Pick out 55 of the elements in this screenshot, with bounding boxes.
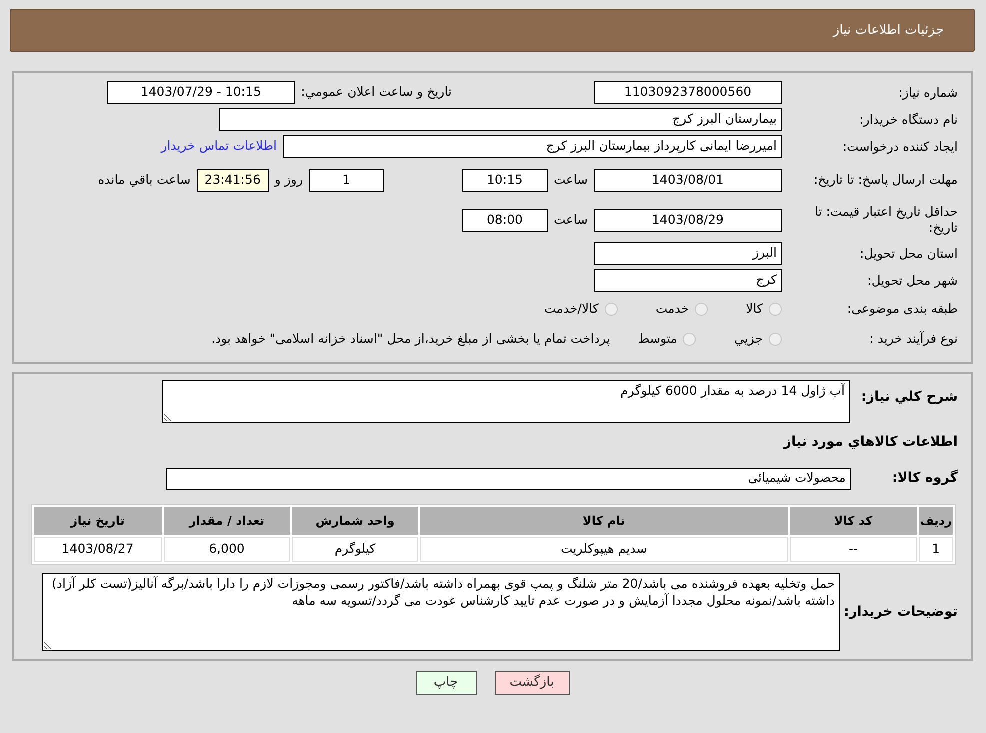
remaining-label: ساعت باقي مانده bbox=[98, 170, 191, 189]
goods-group-field: محصولات شیمیائی bbox=[166, 468, 851, 490]
field-label: نام دستگاه خریدار: bbox=[858, 112, 958, 128]
back-button[interactable]: بازگشت bbox=[494, 671, 570, 695]
column-header: تعداد / مقدار bbox=[164, 507, 290, 535]
option-label: کالا/خدمت bbox=[544, 300, 599, 318]
page-title: جزئیات اطلاعات نیاز bbox=[833, 22, 944, 40]
field-label: نوع فرآیند خرید : bbox=[868, 331, 958, 347]
city-field: کرج bbox=[594, 269, 782, 292]
field-label: شماره نیاز: bbox=[898, 84, 958, 100]
requester-field: امیررضا ایمانی کارپرداز بیمارستان البرز کرج bbox=[283, 135, 782, 158]
field-label: استان محل تحویل: bbox=[858, 246, 958, 262]
days-field: 1 bbox=[308, 168, 384, 192]
option-label: خدمت bbox=[656, 300, 690, 318]
print-button[interactable]: چاپ bbox=[416, 671, 476, 695]
column-header: واحد شمارش bbox=[292, 507, 418, 535]
contact-link[interactable]: اطلاعات تماس خريدار bbox=[161, 137, 277, 156]
table-cell: سدیم هیپوکلریت bbox=[420, 537, 788, 562]
table-cell: کیلوگرم bbox=[292, 537, 418, 562]
field-label: ایجاد کننده درخواست: bbox=[842, 138, 958, 154]
announce-date-field: 1403/07/29 - 10:15 bbox=[107, 81, 296, 104]
date-field: 1403/08/29 bbox=[594, 208, 782, 232]
buyer-notes-field[interactable]: حمل وتخلیه بعهده فروشنده می باشد/20 متر شلنگ و پمپ قوی بهمراه داشته باشد/فاکتور رسمی ومجوزات لازم را دارا باشد/برگه آنالیز(تست کلر آزاد) داشته باشد/نمونه محلول مجددا آزمایش و در صورت عدم تایید کارشناس عودت می گردد/تسویه سه ماهه bbox=[42, 573, 840, 651]
field-label: شهر محل تحویل: bbox=[866, 272, 958, 288]
field-label: توضیحات خریدار: bbox=[843, 604, 958, 620]
column-header: کد کالا bbox=[790, 507, 918, 535]
remaining-time-field: 23:41:56 bbox=[196, 168, 269, 192]
province-field: البرز bbox=[594, 242, 782, 265]
days-label: روز و bbox=[274, 170, 303, 189]
option-label: کالا bbox=[746, 300, 763, 318]
time-field: 10:15 bbox=[462, 168, 548, 192]
table-cell: -- bbox=[790, 537, 918, 562]
field-label: گروه کالا: bbox=[891, 470, 958, 487]
table-cell: 6,000 bbox=[164, 537, 290, 562]
column-header: تاريخ نياز bbox=[34, 507, 162, 535]
field-label: تاريخ و ساعت اعلان عمومي: bbox=[301, 83, 452, 102]
time-label: ساعت bbox=[554, 170, 588, 189]
field-label: شرح کلي نياز: bbox=[860, 389, 958, 406]
option-label: متوسط bbox=[638, 330, 678, 348]
field-label: طبقه بندی موضوعی: bbox=[846, 301, 958, 317]
section-heading: اطلاعات كالاهاي مورد نياز bbox=[784, 432, 958, 452]
time-label: ساعت bbox=[554, 210, 588, 229]
buyer-org-field: بیمارستان البرز کرج bbox=[219, 108, 782, 131]
table-cell: 1403/08/27 bbox=[34, 537, 162, 562]
field-label: حداقل تاریخ اعتبار قیمت: تا تاریخ: bbox=[814, 204, 958, 236]
table-cell: 1 bbox=[919, 537, 953, 562]
date-field: 1403/08/01 bbox=[594, 168, 782, 192]
column-header: ردیف bbox=[919, 507, 953, 535]
description-field[interactable]: آب ژاول 14 درصد به مقدار 6000 کیلوگرم bbox=[162, 380, 850, 423]
need-number-field: 1103092378000560 bbox=[594, 81, 782, 104]
column-header: نام کالا bbox=[420, 507, 788, 535]
option-label: جزيي bbox=[734, 330, 763, 348]
time-field: 08:00 bbox=[462, 208, 548, 232]
purchase-note: پرداخت تمام یا بخشی از مبلغ خرید،از محل "اسناد خزانه اسلامی" خواهد بود. bbox=[212, 330, 610, 348]
field-label: مهلت ارسال پاسخ: تا تاریخ: bbox=[812, 172, 958, 188]
